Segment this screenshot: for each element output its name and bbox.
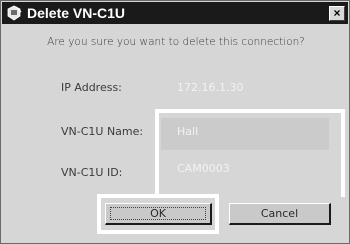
highlight-frame [155,109,345,197]
device-id-label: VN-C1U ID: [61,166,123,179]
cancel-button[interactable]: Cancel [229,203,331,225]
title-bar[interactable]: Delete VN-C1U × [2,2,348,24]
window-title: Delete VN-C1U [27,5,126,21]
delete-dialog: Delete VN-C1U × Are you sure you want to… [0,0,350,244]
app-icon [6,5,22,21]
cancel-button-label: Cancel [260,207,299,220]
ip-address-value: 172.16.1.30 [177,81,244,94]
ok-button[interactable]: OK [105,203,212,225]
close-button[interactable]: × [329,6,345,21]
ip-address-label: IP Address: [61,81,122,94]
device-name-label: VN-C1U Name: [61,125,144,138]
confirm-message: Are you sure you want to delete this con… [47,36,305,48]
highlight-frame-left [155,109,159,197]
focus-ring [110,207,206,220]
